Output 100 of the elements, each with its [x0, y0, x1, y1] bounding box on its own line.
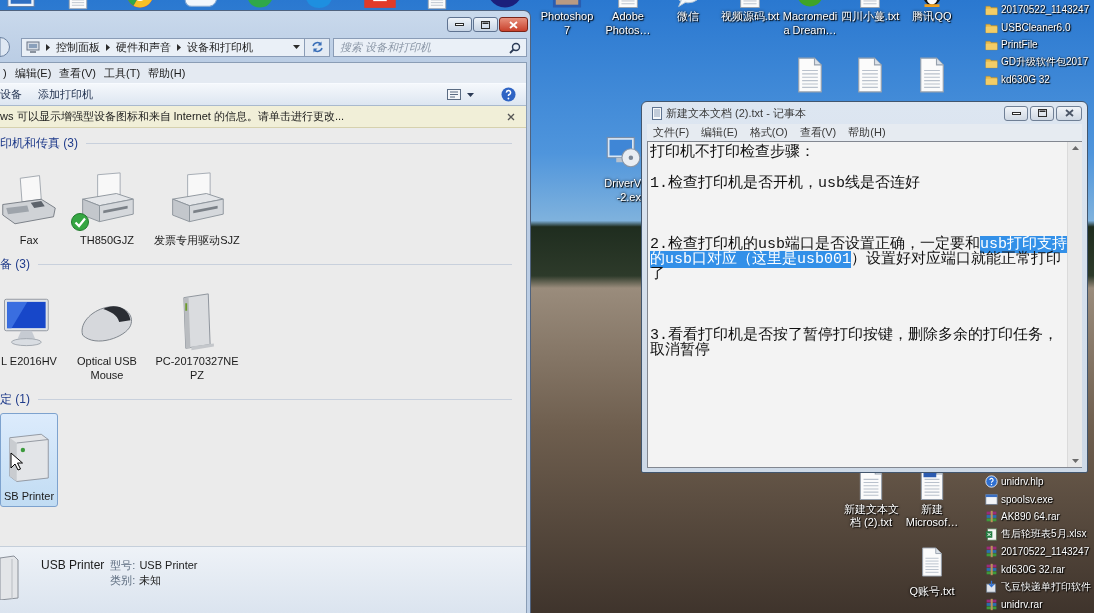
maximize-button[interactable] — [1030, 105, 1054, 121]
chevron-right-icon[interactable] — [46, 43, 50, 51]
file-item[interactable]: 飞豆快递单打印软件 — [985, 578, 1091, 596]
menu-item[interactable]: 工具(T) — [101, 65, 144, 81]
desktop-shortcut[interactable]: 视频源码.txt — [720, 0, 780, 24]
menu-item[interactable]: 编辑(E) — [695, 125, 744, 140]
chevron-right-icon[interactable] — [106, 43, 110, 51]
minimize-icon — [1011, 111, 1021, 115]
archive-icon — [985, 597, 998, 611]
file-item[interactable]: AK890 64.rar — [985, 508, 1091, 526]
field-value: USB Printer — [139, 558, 198, 573]
menu-item[interactable]: 帮助(H) — [145, 65, 189, 81]
device-item[interactable]: SB Printer — [0, 413, 58, 507]
menu-item[interactable]: 编辑(E) — [11, 65, 55, 81]
field-label: 型号: — [110, 558, 136, 573]
desktop-shortcut[interactable]: Photoshop 7 — [537, 0, 597, 38]
address-bar[interactable]: 控制面板 硬件和声音 设备和打印机 — [21, 37, 305, 57]
device-item[interactable]: Fax — [0, 157, 58, 251]
device-item[interactable]: PC-20170327NE PZ — [152, 278, 242, 386]
file-item[interactable]: PrintFile — [985, 36, 1090, 54]
file-item[interactable]: spoolsv.exe — [985, 490, 1091, 508]
toolbar-button[interactable]: 设备 — [0, 87, 30, 102]
installer-icon — [985, 580, 998, 594]
caret-down-icon[interactable] — [467, 92, 474, 97]
app-tile-icon[interactable] — [362, 0, 398, 11]
close-button[interactable] — [1056, 105, 1082, 121]
refresh-icon — [310, 41, 324, 53]
desktop-shortcut[interactable]: Macromedi a Dream… — [780, 0, 840, 38]
menu-item[interactable]: 帮助(H) — [842, 125, 892, 140]
printer-box-icon — [0, 554, 20, 600]
field-value: 未知 — [139, 573, 163, 588]
scrollbar[interactable] — [1067, 142, 1083, 467]
close-icon — [1064, 109, 1074, 117]
window-icon[interactable] — [6, 0, 36, 10]
field-label: 类别: — [110, 573, 136, 588]
archive-icon — [985, 545, 998, 559]
computer-icon — [26, 40, 40, 54]
desktop-shortcut[interactable]: Adobe Photos… — [598, 0, 658, 38]
mouse-cursor-icon — [10, 452, 23, 471]
close-button[interactable] — [499, 17, 528, 32]
file-item[interactable]: USBCleaner6.0 — [985, 18, 1090, 36]
device-item[interactable]: TH850GJZ — [62, 157, 152, 251]
back-button[interactable] — [0, 37, 10, 57]
menu-item[interactable]: 查看(V) — [793, 125, 843, 140]
folder-icon — [985, 38, 998, 52]
device-item[interactable]: Optical USB Mouse — [62, 278, 152, 386]
file-item[interactable]: kd630G 32.rar — [985, 560, 1091, 578]
file-item[interactable]: kd630G 32 — [985, 71, 1090, 89]
refresh-button[interactable] — [305, 37, 330, 57]
toolbar-button[interactable]: 添加打印机 — [30, 87, 101, 102]
info-bar[interactable]: ws 可以显示增强型设备图标和来自 Internet 的信息。请单击进行更改... — [0, 106, 526, 128]
breadcrumb-item[interactable]: 设备和打印机 — [187, 39, 253, 55]
archive-icon — [985, 562, 998, 576]
file-item[interactable]: 20170522_1143247 — [985, 543, 1091, 561]
menu-item[interactable]: ) — [0, 67, 10, 79]
device-item[interactable]: L E2016HV — [0, 278, 58, 386]
group-header[interactable]: 定 (1) — [0, 390, 30, 408]
file-item[interactable]: GD升级软件包2017 — [985, 53, 1090, 71]
group-header[interactable]: 印机和传真 (3) — [0, 134, 78, 152]
search-field[interactable]: 搜索 设备和打印机 — [333, 37, 527, 57]
archive-icon — [985, 510, 998, 524]
breadcrumb-item[interactable]: 硬件和声音 — [116, 39, 171, 55]
desktop-shortcut[interactable]: 微信 — [658, 0, 718, 24]
help-icon[interactable] — [501, 87, 516, 102]
chevron-right-icon[interactable] — [177, 43, 181, 51]
file-item[interactable]: 20170522_1143247 — [985, 1, 1090, 19]
help-file-icon — [985, 475, 998, 489]
file-item[interactable]: unidrv.hlp — [985, 473, 1091, 491]
folder-icon — [985, 3, 998, 17]
file-item[interactable]: 售后轮班表5月.xlsx — [985, 525, 1091, 543]
minimize-button[interactable] — [1004, 105, 1028, 121]
close-icon — [507, 112, 515, 121]
round-logo-icon[interactable] — [125, 0, 155, 10]
file-item[interactable]: unidrv.rar — [985, 595, 1091, 613]
folder-icon — [985, 73, 998, 87]
arrow-down-icon[interactable] — [1071, 459, 1079, 463]
device-name: USB Printer — [41, 558, 105, 572]
caret-down-icon[interactable] — [293, 45, 300, 49]
spreadsheet-icon — [985, 527, 998, 541]
menu-item[interactable]: 文件(F) — [647, 125, 696, 140]
maximize-button[interactable] — [473, 17, 498, 32]
arrow-up-icon[interactable] — [1071, 146, 1079, 150]
text-area[interactable]: 打印机不打印检查步骤： 1.检查打印机是否开机，usb线是否连好 2.检查打印机的usb端口是否设置正确，一定要和usb打印支持 的usb口对应（这里是usb001）设置好对应端口就能正常打印 了 3.看看打印机是否按了暂停打印按键，删除多余的打印任务， 取消暂停 — [647, 141, 1082, 468]
desktop-shortcut[interactable]: Q账号.txt — [902, 547, 962, 599]
program-window-icon — [985, 492, 998, 506]
note-paragraph: 3.看看打印机是否按了暂停打印按键，删除多余的打印任务， 取消暂停 — [650, 328, 1059, 359]
group-header[interactable]: 备 (3) — [0, 255, 30, 273]
desktop-shortcut[interactable]: 腾讯QQ — [902, 0, 962, 24]
note-heading: 打印机不打印检查步骤： — [650, 145, 816, 161]
view-options-icon[interactable] — [447, 89, 461, 100]
device-item[interactable]: 发票专用驱动SJZ — [152, 157, 242, 251]
menu-item[interactable]: 查看(V) — [56, 65, 99, 81]
desktop-shortcut[interactable]: 四川小蔓.txt — [840, 0, 900, 24]
maximize-icon — [1037, 109, 1047, 117]
breadcrumb-item[interactable]: 控制面板 — [56, 39, 100, 55]
search-icon[interactable] — [509, 41, 521, 54]
notepad-icon — [652, 106, 662, 120]
cloud-icon[interactable] — [183, 0, 217, 10]
menu-item[interactable]: 格式(O) — [743, 125, 794, 140]
minimize-button[interactable] — [447, 17, 472, 32]
